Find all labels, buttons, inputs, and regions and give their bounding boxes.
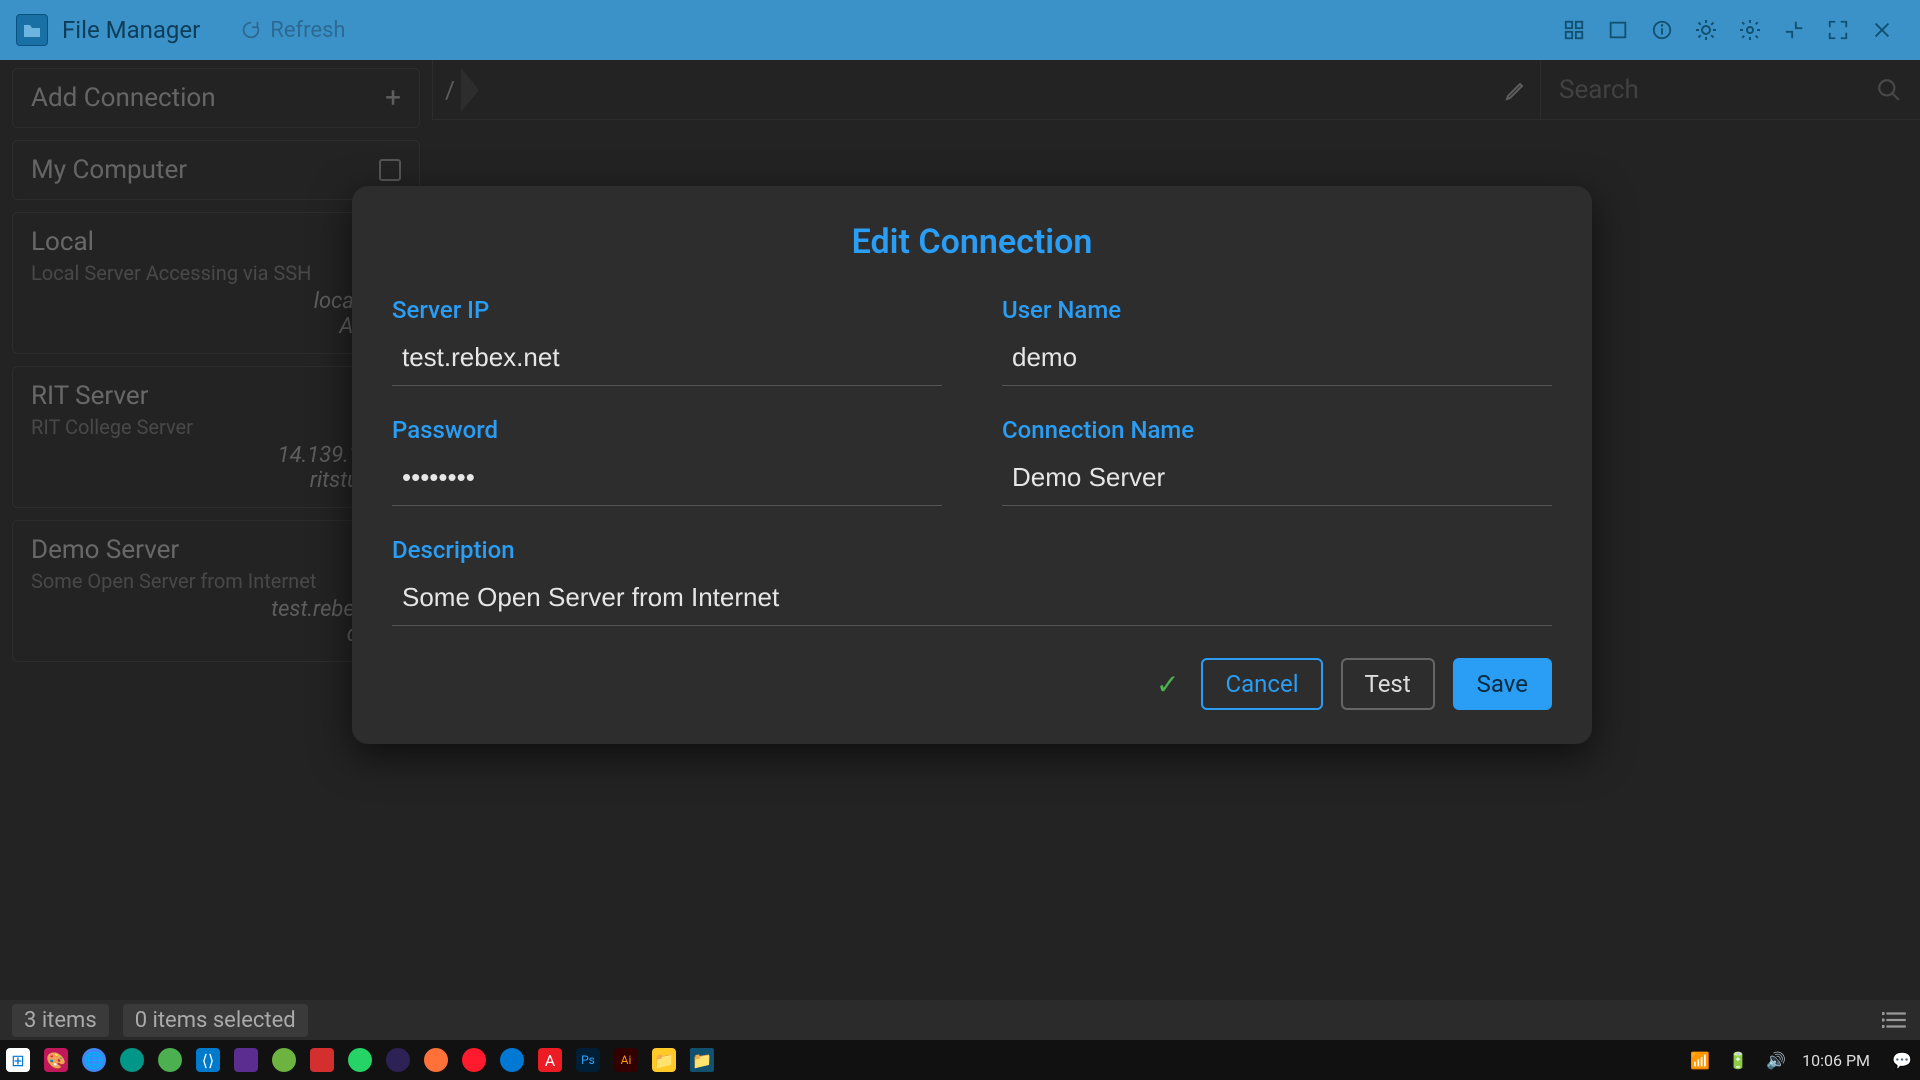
info-icon — [1651, 19, 1673, 41]
taskbar-app[interactable] — [120, 1048, 144, 1072]
app-title: File Manager — [62, 16, 200, 44]
connection-host: test.rebex.net — [31, 597, 401, 622]
refresh-icon — [240, 19, 262, 41]
connection-user: demo — [31, 622, 401, 647]
list-icon — [1882, 1009, 1908, 1031]
status-bar: 3 items 0 items selected — [0, 1000, 1920, 1040]
close-icon — [1871, 19, 1893, 41]
plus-icon: + — [385, 84, 401, 112]
add-connection-button[interactable]: Add Connection + — [12, 68, 420, 128]
taskbar-app[interactable] — [310, 1048, 334, 1072]
test-button[interactable]: Test — [1341, 658, 1435, 710]
volume-icon[interactable]: 🔊 — [1764, 1048, 1788, 1072]
collapse-icon — [1783, 19, 1805, 41]
titlebar: File Manager Refresh — [0, 0, 1920, 60]
breadcrumb-root[interactable]: / — [445, 60, 455, 119]
edit-path-button[interactable] — [1504, 78, 1528, 102]
windows-taskbar: ⊞ 🎨 🌐 ⟨⟩ A Ps Ai 📁 📁 📶 🔋 🔊 10:06 PM 💬 — [0, 1040, 1920, 1080]
taskbar-app[interactable] — [348, 1048, 372, 1072]
window-button[interactable] — [1596, 8, 1640, 52]
close-button[interactable] — [1860, 8, 1904, 52]
label-connection-name: Connection Name — [1002, 416, 1552, 444]
input-user-name[interactable] — [1002, 334, 1552, 386]
field-password: Password — [392, 416, 942, 506]
breadcrumb[interactable]: / — [432, 60, 1540, 119]
label-description: Description — [392, 536, 1552, 564]
taskbar-app[interactable] — [424, 1048, 448, 1072]
connection-host: localhost — [31, 289, 401, 314]
taskbar-app[interactable]: 🎨 — [44, 1048, 68, 1072]
status-items: 3 items — [12, 1004, 109, 1037]
my-computer-label: My Computer — [31, 155, 187, 185]
refresh-label: Refresh — [270, 18, 345, 43]
square-icon — [1607, 19, 1629, 41]
label-user-name: User Name — [1002, 296, 1552, 324]
apps-grid-icon — [1563, 19, 1585, 41]
minimize-button[interactable] — [1772, 8, 1816, 52]
label-password: Password — [392, 416, 942, 444]
label-server-ip: Server IP — [392, 296, 942, 324]
taskbar-app[interactable]: 📁 — [652, 1048, 676, 1072]
connection-name: Local — [31, 227, 401, 257]
connection-name: RIT Server — [31, 381, 401, 411]
taskbar-app[interactable]: ⟨⟩ — [196, 1048, 220, 1072]
connection-desc: RIT College Server — [31, 415, 401, 439]
cancel-button[interactable]: Cancel — [1201, 658, 1322, 710]
expand-icon — [1827, 19, 1849, 41]
input-connection-name[interactable] — [1002, 454, 1552, 506]
connection-desc: Some Open Server from Internet — [31, 569, 401, 593]
connection-name: Demo Server — [31, 535, 401, 565]
info-button[interactable] — [1640, 8, 1684, 52]
app-icon — [16, 14, 48, 46]
sun-icon — [1694, 18, 1718, 42]
input-description[interactable] — [392, 574, 1552, 626]
start-menu-button[interactable]: ⊞ — [6, 1048, 30, 1072]
search-icon — [1876, 77, 1902, 103]
check-icon: ✓ — [1156, 668, 1179, 701]
input-password[interactable] — [392, 454, 942, 506]
taskbar-app[interactable] — [272, 1048, 296, 1072]
field-connection-name: Connection Name — [1002, 416, 1552, 506]
field-description: Description — [392, 536, 1552, 626]
taskbar-app[interactable] — [158, 1048, 182, 1072]
battery-icon[interactable]: 🔋 — [1726, 1048, 1750, 1072]
maximize-button[interactable] — [1816, 8, 1860, 52]
refresh-button[interactable]: Refresh — [240, 18, 345, 43]
theme-button[interactable] — [1684, 8, 1728, 52]
connection-desc: Local Server Accessing via SSH — [31, 261, 401, 285]
field-server-ip: Server IP — [392, 296, 942, 386]
add-connection-label: Add Connection — [31, 83, 216, 113]
search-placeholder: Search — [1559, 75, 1639, 105]
wifi-icon[interactable]: 📶 — [1688, 1048, 1712, 1072]
square-icon — [379, 159, 401, 181]
settings-button[interactable] — [1728, 8, 1772, 52]
chevron-right-icon — [461, 68, 479, 112]
taskbar-app[interactable] — [462, 1048, 486, 1072]
taskbar-clock[interactable]: 10:06 PM — [1802, 1051, 1870, 1070]
pencil-icon — [1504, 78, 1528, 102]
input-server-ip[interactable] — [392, 334, 942, 386]
connection-user: Admin — [31, 314, 401, 339]
taskbar-app[interactable]: Ps — [576, 1048, 600, 1072]
modal-title: Edit Connection — [392, 222, 1552, 262]
gear-icon — [1738, 18, 1762, 42]
apps-grid-button[interactable] — [1552, 8, 1596, 52]
save-button[interactable]: Save — [1453, 658, 1552, 710]
field-user-name: User Name — [1002, 296, 1552, 386]
edit-connection-modal: Edit Connection Server IP User Name Pass… — [352, 186, 1592, 744]
taskbar-app[interactable] — [386, 1048, 410, 1072]
status-selected: 0 items selected — [123, 1004, 308, 1037]
taskbar-app[interactable] — [500, 1048, 524, 1072]
notifications-icon[interactable]: 💬 — [1890, 1048, 1914, 1072]
taskbar-app[interactable]: Ai — [614, 1048, 638, 1072]
taskbar-app[interactable]: 🌐 — [82, 1048, 106, 1072]
taskbar-app[interactable] — [234, 1048, 258, 1072]
connection-user: ritstudent — [31, 468, 401, 493]
view-list-button[interactable] — [1882, 1009, 1908, 1031]
search-box[interactable]: Search — [1540, 60, 1920, 119]
taskbar-app-active[interactable]: 📁 — [690, 1048, 714, 1072]
connection-host: 14.139.189.x — [31, 443, 401, 468]
taskbar-app[interactable]: A — [538, 1048, 562, 1072]
